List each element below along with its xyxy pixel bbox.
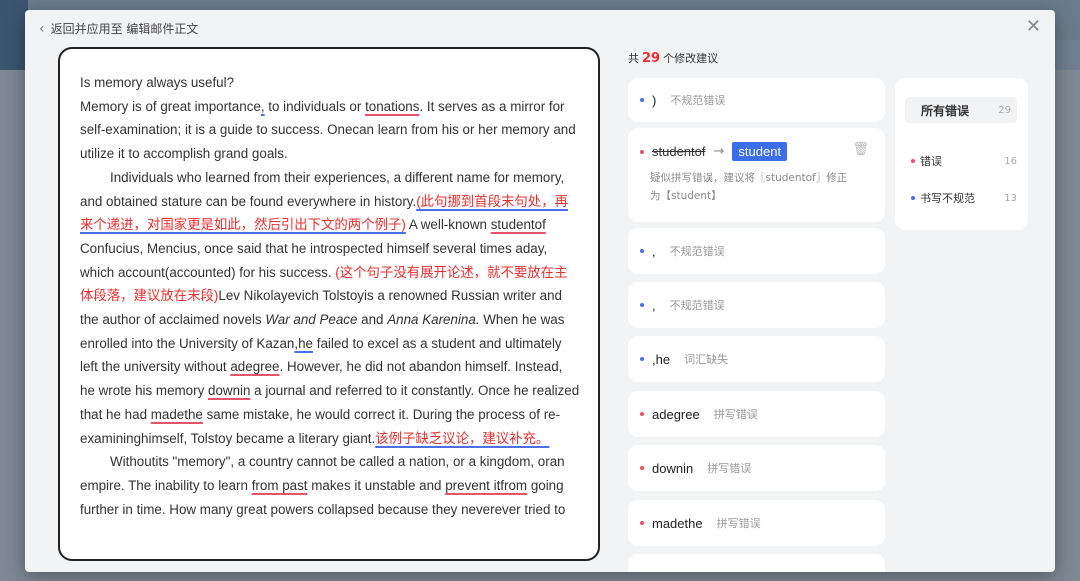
suggestion-word: ,: [652, 243, 656, 259]
error-mark[interactable]: studentof: [491, 217, 546, 232]
suggestion-list[interactable]: ) 不规范错误 studentof → student 🗑 疑似拼写错误，建议将…: [628, 78, 885, 572]
doc-paragraph: Is memory always useful?: [80, 75, 235, 90]
suggestion-count: 共 29 个修改建议: [628, 50, 718, 66]
bullet-icon: [640, 357, 644, 361]
doc-text: makes it unstable and: [307, 477, 446, 493]
count-number: 29: [642, 51, 661, 66]
back-apply-label: 返回并应用至 编辑邮件正文: [50, 22, 199, 36]
error-mark[interactable]: prevent itfrom: [445, 478, 527, 493]
suggestion-description: 疑似拼写错误，建议将〖studentof〗修正为【student】: [650, 172, 848, 202]
proofread-modal: ‹ 返回并应用至 编辑邮件正文 ✕ Is memory always usefu…: [25, 10, 1055, 572]
suggestion-card[interactable]: adegree 拼写错误: [628, 391, 885, 437]
comment-note[interactable]: 该例子缺乏议论，建议补充。: [375, 431, 549, 446]
doc-paragraph: Individuals who learned from their exper…: [80, 166, 580, 450]
doc-italic: War and Peace: [265, 312, 358, 328]
modal-header: ‹ 返回并应用至 编辑邮件正文 ✕: [25, 10, 1055, 46]
document-panel: Is memory always useful? Memory is of gr…: [58, 47, 600, 561]
filter-nonstandard[interactable]: 书写不规范 13: [905, 190, 1023, 206]
original-word: studentof: [652, 144, 706, 159]
close-icon[interactable]: ✕: [1026, 18, 1041, 36]
suggestion-card[interactable]: , 不规范错误: [628, 228, 885, 274]
error-mark[interactable]: from past: [252, 478, 308, 493]
suggestion-card[interactable]: [628, 554, 885, 572]
suggestion-fix-row: studentof → student: [640, 142, 873, 161]
bullet-icon: [640, 249, 644, 253]
bullet-icon: [640, 466, 644, 470]
bullet-icon: [640, 98, 644, 102]
suggestion-word: ,he: [652, 351, 671, 367]
suggestion-card[interactable]: madethe 拼写错误: [628, 500, 885, 546]
count-prefix: 共: [628, 52, 639, 65]
filter-count: 29: [998, 104, 1011, 116]
back-apply-button[interactable]: ‹ 返回并应用至 编辑邮件正文: [39, 20, 198, 37]
doc-paragraph: Memory is of great importance, to indivi…: [80, 95, 580, 166]
error-mark[interactable]: tonations: [365, 99, 419, 114]
doc-text: to individuals or: [264, 98, 366, 114]
document-body[interactable]: Is memory always useful? Memory is of gr…: [80, 71, 580, 521]
count-suffix: 个修改建议: [663, 52, 719, 65]
filter-errors[interactable]: 错误 16: [905, 153, 1023, 169]
error-mark[interactable]: downin: [208, 383, 250, 398]
bullet-icon: [911, 159, 915, 163]
doc-italic: Anna Karenina.: [387, 312, 480, 328]
trash-icon[interactable]: 🗑: [852, 142, 869, 157]
suggestion-word: ): [652, 92, 657, 108]
suggestion-card[interactable]: ,he 词汇缺失: [628, 336, 885, 382]
filter-count: 13: [1004, 192, 1017, 204]
bullet-icon: [640, 149, 644, 154]
suggestion-word: madethe: [652, 515, 703, 531]
suggestion-type: 拼写错误: [716, 517, 761, 530]
error-mark[interactable]: ,he: [294, 336, 313, 351]
suggestion-type: 词汇缺失: [684, 353, 729, 366]
suggestion-card[interactable]: , 不规范错误: [628, 282, 885, 328]
error-mark[interactable]: madethe: [151, 407, 203, 422]
doc-text: Memory is of great importance: [80, 98, 261, 114]
arrow-right-icon: →: [713, 144, 725, 159]
suggestion-word: downin: [652, 460, 694, 476]
suggestion-card[interactable]: downin 拼写错误: [628, 445, 885, 491]
suggestion-type: 不规范错误: [670, 94, 726, 107]
filter-label: 所有错误: [921, 103, 970, 118]
suggestion-card[interactable]: ) 不规范错误: [628, 78, 885, 122]
doc-text: and: [357, 312, 388, 328]
suggestion-word: adegree: [652, 406, 700, 422]
filter-all-errors[interactable]: 所有错误 29: [905, 97, 1017, 123]
bullet-icon: [640, 303, 644, 307]
suggestion-type: 不规范错误: [669, 245, 725, 258]
error-mark[interactable]: adegree: [230, 359, 279, 374]
suggestion-card-expanded[interactable]: studentof → student 🗑 疑似拼写错误，建议将〖student…: [628, 128, 885, 222]
suggestion-type: 不规范错误: [669, 299, 725, 312]
chevron-left-icon: ‹: [39, 20, 45, 37]
suggestion-type: 拼写错误: [707, 462, 752, 475]
apply-fix-button[interactable]: student: [732, 142, 788, 161]
error-filter-panel: 所有错误 29 错误 16 书写不规范 13: [895, 78, 1028, 230]
doc-paragraph: Withoutits "memory", a country cannot be…: [80, 450, 580, 521]
filter-label: 书写不规范: [920, 192, 975, 205]
bullet-icon: [640, 412, 644, 416]
doc-text: A well-known: [405, 217, 491, 233]
filter-label: 错误: [920, 155, 942, 168]
background-block: [1052, 40, 1080, 70]
background-block: [0, 0, 28, 70]
filter-count: 16: [1004, 155, 1017, 167]
bullet-icon: [911, 196, 915, 200]
suggestion-type: 拼写错误: [713, 408, 758, 421]
bullet-icon: [640, 521, 644, 525]
suggestion-word: ,: [652, 297, 656, 313]
